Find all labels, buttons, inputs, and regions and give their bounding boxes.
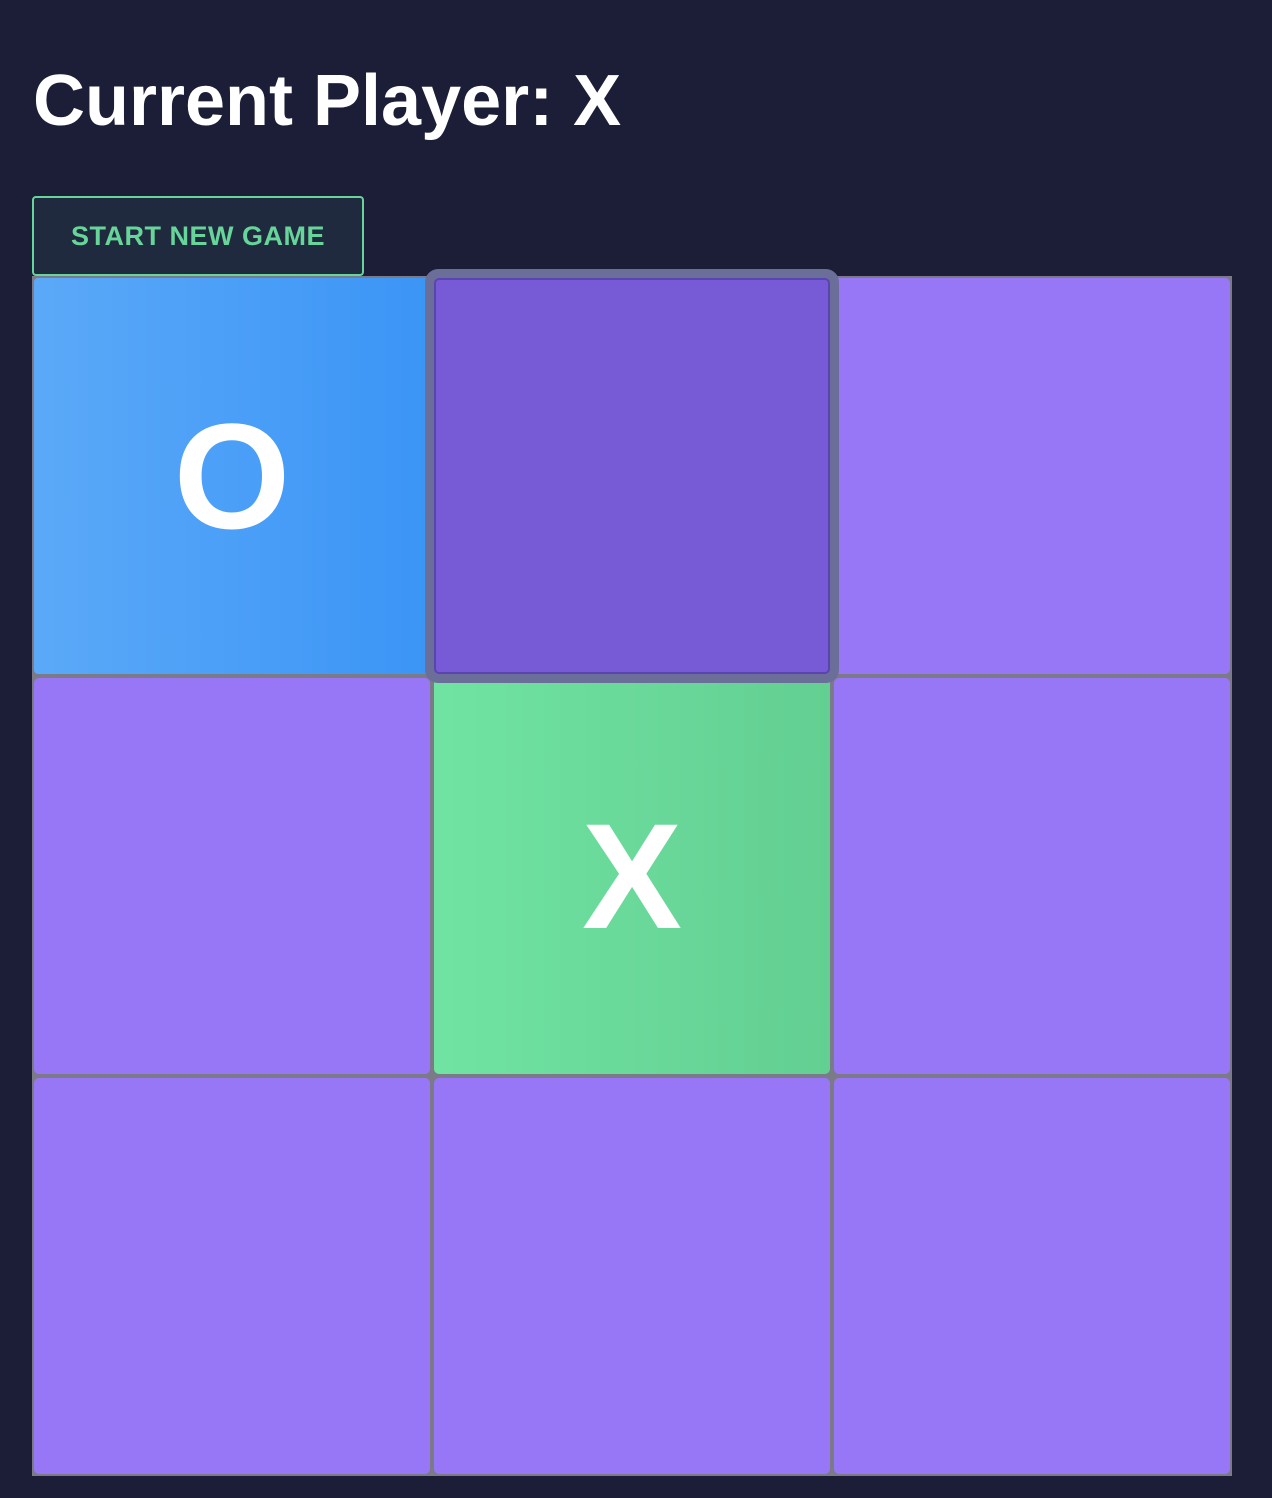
board-cell-6[interactable] — [834, 678, 1230, 1074]
current-player-status: Current Player: X — [33, 61, 622, 141]
board-cell-4[interactable] — [34, 678, 430, 1074]
board-cell-5[interactable]: X — [434, 678, 830, 1074]
board-cell-2[interactable] — [434, 278, 830, 674]
board-cell-7[interactable] — [34, 1078, 430, 1474]
start-new-game-button[interactable]: START NEW GAME — [32, 196, 364, 276]
game-board: O X — [32, 276, 1232, 1476]
board-cell-8[interactable] — [434, 1078, 830, 1474]
board-cell-1[interactable]: O — [34, 278, 430, 674]
board-cell-3[interactable] — [834, 278, 1230, 674]
board-cell-9[interactable] — [834, 1078, 1230, 1474]
